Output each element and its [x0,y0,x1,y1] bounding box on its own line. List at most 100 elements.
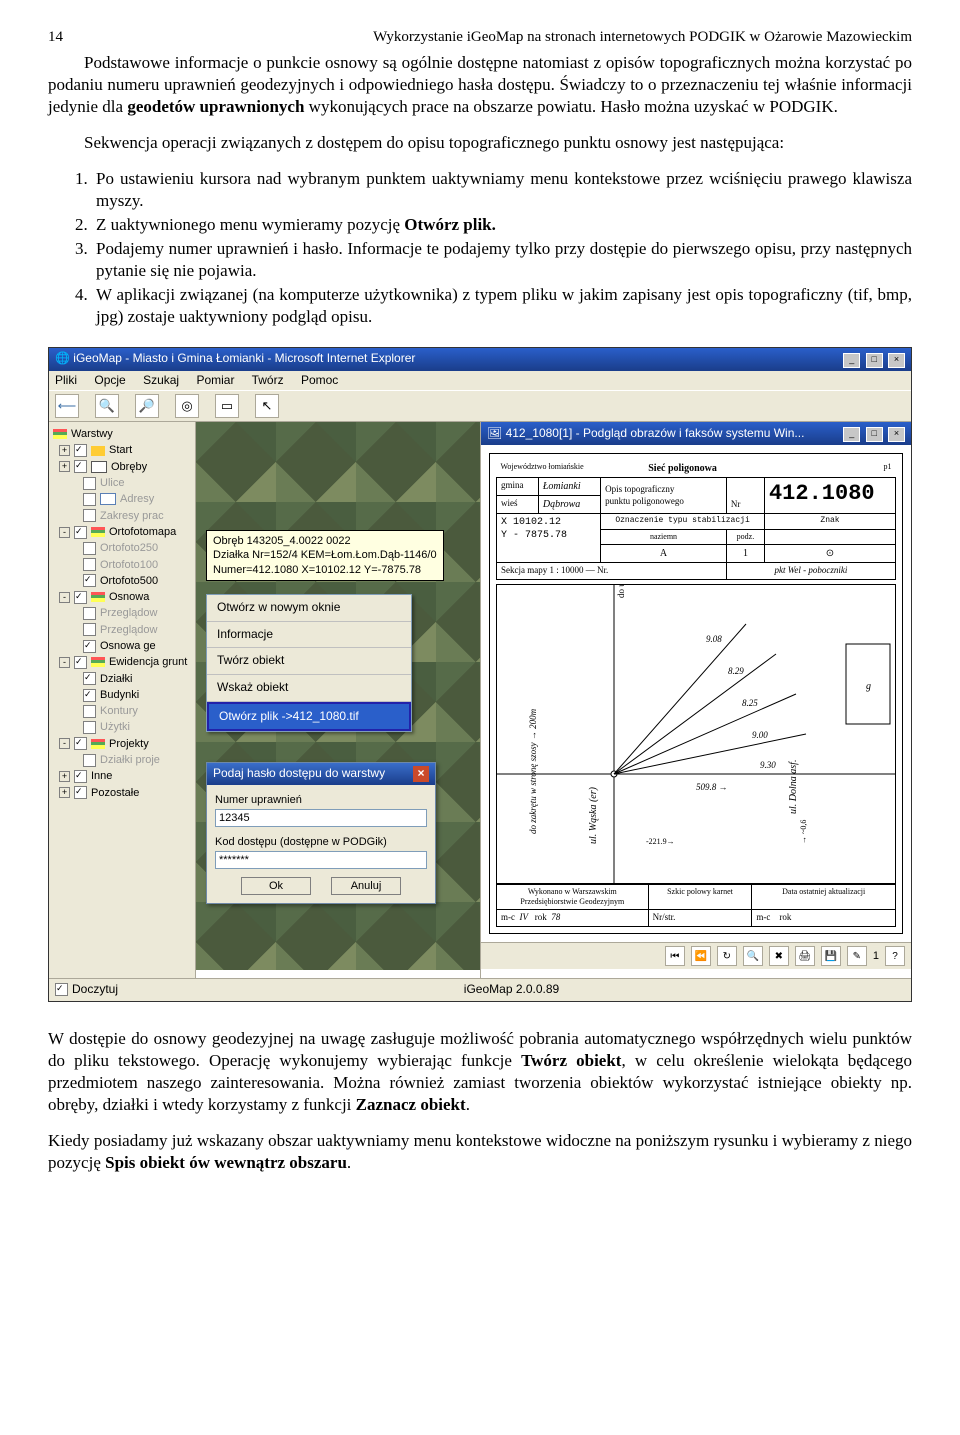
nav-first-icon[interactable]: ⏮ [665,946,685,966]
zoom-in-icon[interactable]: 🔍 [95,394,119,418]
layer-ulice[interactable]: Ulice [100,476,124,490]
map-canvas[interactable]: Obręb 143205_4.0022 0022 Działka Nr=152/… [196,422,480,970]
ctx-create-object[interactable]: Twórz obiekt [207,648,411,675]
layer-zakresy[interactable]: Zakresy prac [100,509,164,523]
checkbox-icon[interactable] [74,786,87,799]
label-g: g [866,681,871,692]
checkbox-icon[interactable] [83,509,96,522]
menu-pliki[interactable]: Pliki [55,373,77,387]
checkbox-icon[interactable] [74,656,87,669]
layer-dzialki-proj[interactable]: Działki proje [100,753,160,767]
layer-orto500[interactable]: Ortofoto500 [100,574,158,588]
para3-d: . [466,1095,470,1114]
checkbox-icon[interactable] [83,721,96,734]
checkbox-icon[interactable] [83,640,96,653]
back-icon[interactable]: ⟵ [55,394,79,418]
nav-save-icon[interactable]: 💾 [821,946,841,966]
cursor-icon[interactable]: ↖ [255,394,279,418]
layer-uzytki[interactable]: Użytki [100,720,130,734]
minimize-icon[interactable]: _ [843,353,860,368]
input-uprawnienia[interactable] [215,809,427,827]
dialog-close-icon[interactable]: × [413,766,429,782]
layer-osnowa-ge[interactable]: Osnowa ge [100,639,156,653]
zoom-out-icon[interactable]: 🔎 [135,394,159,418]
nav-delete-icon[interactable]: ✖ [769,946,789,966]
layer-budynki[interactable]: Budynki [100,688,139,702]
square-icon [91,461,107,473]
layer-pozostale[interactable]: Pozostałe [91,786,139,800]
layer-dzialki[interactable]: Działki [100,672,132,686]
layer-egib[interactable]: Ewidencja grunt [109,655,187,669]
checkbox-icon[interactable] [83,493,96,506]
checkbox-icon[interactable] [83,689,96,702]
layer-start[interactable]: Start [109,443,132,457]
tree-toggle-icon[interactable]: - [59,738,70,749]
layer-obreby[interactable]: Obręby [111,460,147,474]
checkbox-icon[interactable] [83,607,96,620]
checkbox-icon[interactable] [74,460,87,473]
menu-opcje[interactable]: Opcje [94,373,125,387]
center-icon[interactable]: ◎ [175,394,199,418]
layer-przegl1[interactable]: Przeglądow [100,606,157,620]
layer-przegl2[interactable]: Przeglądow [100,623,157,637]
checkbox-icon[interactable] [74,444,87,457]
cancel-button[interactable]: Anuluj [331,877,401,895]
checkbox-icon[interactable] [83,672,96,685]
checkbox-icon[interactable] [83,754,96,767]
paragraph-1: Podstawowe informacje o punkcie osnowy s… [48,52,912,118]
checkbox-icon[interactable] [74,737,87,750]
checkbox-icon[interactable] [83,477,96,490]
flag-icon [91,446,105,456]
ctx-point-object[interactable]: Wskaż obiekt [207,675,411,702]
doc-wies: Dąbrowa [538,496,600,514]
menu-pomiar[interactable]: Pomiar [196,373,234,387]
layer-orto100[interactable]: Ortofoto100 [100,558,158,572]
close-icon[interactable]: × [888,353,905,368]
tree-toggle-icon[interactable]: + [59,445,70,456]
checkbox-icon[interactable] [74,770,87,783]
checkbox-icon[interactable] [83,542,96,555]
nav-zoom-icon[interactable]: 🔍 [743,946,763,966]
menu-pomoc[interactable]: Pomoc [301,373,338,387]
checkbox-icon[interactable] [83,574,96,587]
tree-toggle-icon[interactable]: + [59,461,70,472]
layer-orto[interactable]: Ortofotomapa [109,525,176,539]
select-icon[interactable]: ▭ [215,394,239,418]
checkbox-icon[interactable] [74,591,87,604]
viewer-minimize-icon[interactable]: _ [843,427,860,442]
ctx-open-new-window[interactable]: Otwórz w nowym oknie [207,595,411,622]
ok-button[interactable]: Ok [241,877,311,895]
nav-rotate-icon[interactable]: ↻ [717,946,737,966]
tree-toggle-icon[interactable]: + [59,771,70,782]
nav-edit-icon[interactable]: ✎ [847,946,867,966]
tree-toggle-icon[interactable]: - [59,527,70,538]
viewer-close-icon[interactable]: × [888,427,905,442]
tree-toggle-icon[interactable]: - [59,657,70,668]
layer-adresy[interactable]: Adresy [120,492,154,506]
checkbox-icon[interactable] [74,526,87,539]
layer-osnowa[interactable]: Osnowa [109,590,149,604]
menu-szukaj[interactable]: Szukaj [143,373,179,387]
tree-toggle-icon[interactable]: + [59,787,70,798]
doczytuj-checkbox[interactable] [55,983,68,996]
ctx-open-file[interactable]: Otwórz plik ->412_1080.tif [207,702,411,732]
layer-kontury[interactable]: Kontury [100,704,138,718]
input-kod[interactable] [215,851,427,869]
layer-warstwy[interactable]: Warstwy [71,427,113,441]
checkbox-icon[interactable] [83,623,96,636]
nav-help-icon[interactable]: ? [885,946,905,966]
layer-orto250[interactable]: Ortofoto250 [100,541,158,555]
layer-inne[interactable]: Inne [91,769,112,783]
menu-tworz[interactable]: Twórz [252,373,284,387]
maximize-icon[interactable]: □ [866,353,883,368]
ctx-info[interactable]: Informacje [207,622,411,649]
viewer-maximize-icon[interactable]: □ [866,427,883,442]
tree-toggle-icon[interactable]: - [59,592,70,603]
layer-projekty[interactable]: Projekty [109,737,149,751]
label-908: 9.08 [706,634,722,644]
checkbox-icon[interactable] [83,558,96,571]
nav-print-icon[interactable]: 🖨 [795,946,815,966]
checkbox-icon[interactable] [83,705,96,718]
nav-prev-icon[interactable]: ⏪ [691,946,711,966]
paragraph-1-c: wykonujących prace na obszarze powiatu. … [304,97,837,116]
